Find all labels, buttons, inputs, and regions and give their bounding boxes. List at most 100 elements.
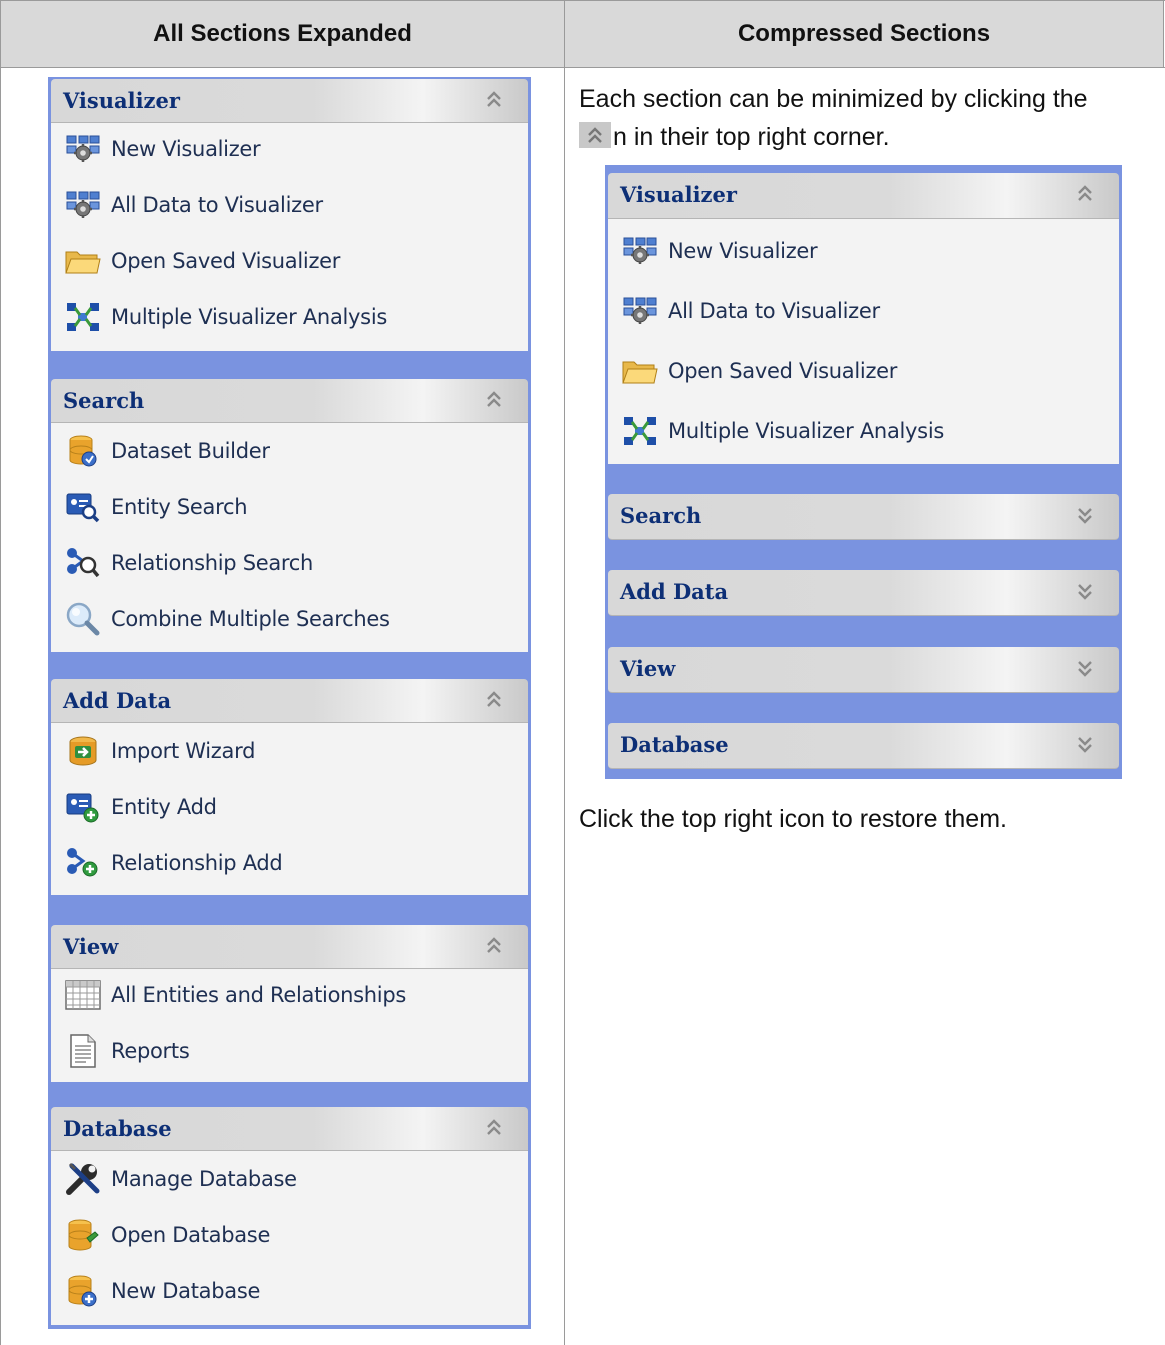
section-add-data: Add Data Import Wizard Entity Add Relati… xyxy=(51,679,528,895)
section-body: All Entities and Relationships Reports xyxy=(51,969,528,1082)
network-icon xyxy=(622,413,658,449)
new-database-icon xyxy=(65,1273,101,1309)
table-border-left xyxy=(0,0,1,1345)
compressed-nav-panel: Visualizer New Visualizer All Data to Vi… xyxy=(605,165,1122,779)
section-title: View xyxy=(620,656,676,681)
section-title: Search xyxy=(620,503,702,528)
open-database-icon xyxy=(65,1217,101,1253)
section-body: Import Wizard Entity Add Relationship Ad… xyxy=(51,723,528,895)
entity-search-icon xyxy=(65,489,101,525)
section-header[interactable]: Search xyxy=(608,494,1119,540)
menu-item-new-database[interactable]: New Database xyxy=(65,1271,522,1311)
menu-item-open-database[interactable]: Open Database xyxy=(65,1215,522,1255)
section-body: New Visualizer All Data to Visualizer Op… xyxy=(51,123,528,351)
section-view-collapsed: View xyxy=(608,647,1119,693)
section-database: Database Manage Database Open Database N… xyxy=(51,1107,528,1325)
section-header[interactable]: Search xyxy=(51,379,528,423)
menu-item-multiple-visualizer-analysis[interactable]: Multiple Visualizer Analysis xyxy=(622,411,1113,451)
section-title: Search xyxy=(63,388,145,413)
relationship-add-icon xyxy=(65,845,101,881)
relationship-search-icon xyxy=(65,545,101,581)
section-visualizer: Visualizer New Visualizer All Data to Vi… xyxy=(51,79,528,351)
section-body: New Visualizer All Data to Visualizer Op… xyxy=(608,219,1119,464)
double-chevron-up-icon xyxy=(579,122,611,148)
import-wizard-icon xyxy=(65,733,101,769)
section-header[interactable]: Visualizer xyxy=(51,79,528,123)
menu-item-relationship-add[interactable]: Relationship Add xyxy=(65,843,522,883)
table-border-top xyxy=(0,0,1165,1)
menu-item-import-wizard[interactable]: Import Wizard xyxy=(65,731,522,771)
magnifier-icon xyxy=(65,601,101,637)
menu-item-open-saved-visualizer[interactable]: Open Saved Visualizer xyxy=(65,241,522,281)
section-title: Database xyxy=(620,732,729,757)
menu-item-dataset-builder[interactable]: Dataset Builder xyxy=(65,431,522,471)
grid-table-icon xyxy=(65,977,101,1013)
double-chevron-down-icon[interactable] xyxy=(1077,657,1093,679)
section-header[interactable]: Add Data xyxy=(51,679,528,723)
intro-line-2-text: n in their top right corner. xyxy=(613,123,890,151)
section-search: Search Dataset Builder Entity Search Rel… xyxy=(51,379,528,652)
section-title: View xyxy=(63,934,119,959)
section-header[interactable]: View xyxy=(51,925,528,969)
menu-item-open-saved-visualizer[interactable]: Open Saved Visualizer xyxy=(622,351,1113,391)
double-chevron-down-icon[interactable] xyxy=(1077,580,1093,602)
right-column-header: Compressed Sections xyxy=(737,20,991,47)
double-chevron-up-icon[interactable] xyxy=(1077,183,1093,205)
intro-line-2: n in their top right corner. xyxy=(579,118,1149,156)
double-chevron-up-icon[interactable] xyxy=(486,689,502,711)
section-body: Manage Database Open Database New Databa… xyxy=(51,1151,528,1325)
section-title: Add Data xyxy=(63,688,172,713)
menu-item-relationship-search[interactable]: Relationship Search xyxy=(65,543,522,583)
table-header-divider xyxy=(0,67,1165,68)
visualizer-icon xyxy=(65,131,101,167)
folder-icon xyxy=(622,353,658,389)
menu-item-all-data-to-visualizer[interactable]: All Data to Visualizer xyxy=(622,291,1113,331)
entity-add-icon xyxy=(65,789,101,825)
menu-item-new-visualizer[interactable]: New Visualizer xyxy=(622,231,1113,271)
report-document-icon xyxy=(65,1033,101,1069)
wrench-screwdriver-icon xyxy=(65,1161,101,1197)
expanded-nav-panel: Visualizer New Visualizer All Data to Vi… xyxy=(48,77,531,1329)
section-header[interactable]: View xyxy=(608,647,1119,693)
table-border-right xyxy=(1163,0,1164,68)
menu-item-new-visualizer[interactable]: New Visualizer xyxy=(65,129,522,169)
section-body: Dataset Builder Entity Search Relationsh… xyxy=(51,423,528,652)
menu-item-manage-database[interactable]: Manage Database xyxy=(65,1159,522,1199)
menu-item-multiple-visualizer-analysis[interactable]: Multiple Visualizer Analysis xyxy=(65,297,522,337)
menu-item-all-entities-and-relationships[interactable]: All Entities and Relationships xyxy=(65,975,522,1015)
dataset-builder-icon xyxy=(65,433,101,469)
left-column-header: All Sections Expanded xyxy=(153,20,412,47)
section-search-collapsed: Search xyxy=(608,494,1119,540)
section-view: View All Entities and Relationships Repo… xyxy=(51,925,528,1082)
table-column-divider xyxy=(564,0,565,1345)
visualizer-icon xyxy=(622,293,658,329)
menu-item-all-data-to-visualizer[interactable]: All Data to Visualizer xyxy=(65,185,522,225)
double-chevron-down-icon[interactable] xyxy=(1077,504,1093,526)
menu-item-combine-multiple-searches[interactable]: Combine Multiple Searches xyxy=(65,599,522,639)
section-title: Add Data xyxy=(620,579,729,604)
double-chevron-up-icon[interactable] xyxy=(486,1117,502,1139)
section-database-collapsed: Database xyxy=(608,723,1119,769)
section-header[interactable]: Add Data xyxy=(608,570,1119,616)
double-chevron-down-icon[interactable] xyxy=(1077,733,1093,755)
double-chevron-up-icon[interactable] xyxy=(486,935,502,957)
section-header[interactable]: Database xyxy=(608,723,1119,769)
double-chevron-up-icon[interactable] xyxy=(486,89,502,111)
visualizer-icon xyxy=(65,187,101,223)
folder-icon xyxy=(65,243,101,279)
outro-text: Click the top right icon to restore them… xyxy=(579,805,1007,833)
network-icon xyxy=(65,299,101,335)
double-chevron-up-icon[interactable] xyxy=(486,389,502,411)
visualizer-icon xyxy=(622,233,658,269)
section-visualizer: Visualizer New Visualizer All Data to Vi… xyxy=(608,173,1119,464)
menu-item-entity-search[interactable]: Entity Search xyxy=(65,487,522,527)
section-title: Visualizer xyxy=(63,88,180,113)
menu-item-reports[interactable]: Reports xyxy=(65,1031,522,1071)
section-header[interactable]: Visualizer xyxy=(608,173,1119,219)
section-title: Database xyxy=(63,1116,172,1141)
section-title: Visualizer xyxy=(620,182,737,207)
menu-item-entity-add[interactable]: Entity Add xyxy=(65,787,522,827)
intro-text: Each section can be minimized by clickin… xyxy=(579,80,1149,156)
section-add-data-collapsed: Add Data xyxy=(608,570,1119,616)
section-header[interactable]: Database xyxy=(51,1107,528,1151)
